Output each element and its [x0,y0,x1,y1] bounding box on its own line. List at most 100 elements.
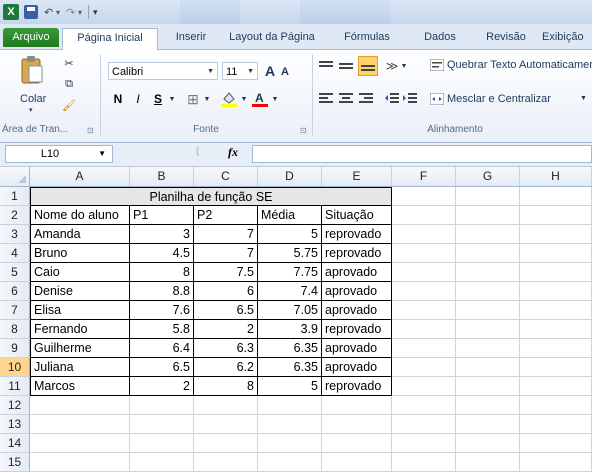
cell[interactable] [520,396,592,415]
orientation-dropdown-icon[interactable]: ▼ [400,58,408,74]
cell[interactable] [322,434,392,453]
align-center-icon[interactable] [338,90,354,106]
cell[interactable] [520,206,592,225]
cut-icon[interactable]: ✂ [62,56,76,70]
tab-insert[interactable]: Inserir [166,28,216,47]
cell[interactable] [456,339,520,358]
data-cell[interactable]: 7 [194,225,258,244]
data-cell[interactable]: 5.8 [130,320,194,339]
data-cell[interactable]: 2 [194,320,258,339]
data-cell[interactable]: reprovado [322,244,392,263]
customize-quick-access-icon[interactable]: ▾ [93,4,98,20]
cell[interactable] [456,415,520,434]
data-cell[interactable]: Amanda [30,225,130,244]
cell[interactable] [30,434,130,453]
data-cell[interactable]: 2 [130,377,194,396]
row-header[interactable]: 5 [0,263,30,282]
bold-button[interactable]: N [110,90,126,108]
header-cell[interactable]: Média [258,206,322,225]
cell[interactable] [258,434,322,453]
row-header[interactable]: 10 [0,358,30,377]
cell[interactable] [392,282,456,301]
merge-center-icon[interactable] [430,92,444,106]
insert-function-icon[interactable]: fx [228,145,238,160]
header-cell[interactable]: Situação [322,206,392,225]
cell[interactable] [456,282,520,301]
tab-data[interactable]: Dados [418,28,462,47]
tab-review[interactable]: Revisão [476,28,536,47]
cell[interactable] [392,301,456,320]
cell[interactable] [130,453,194,472]
cell[interactable] [456,320,520,339]
copy-icon[interactable]: ⧉ [62,77,76,91]
data-cell[interactable]: Guilherme [30,339,130,358]
column-header-e[interactable]: E [322,167,392,186]
row-header[interactable]: 9 [0,339,30,358]
cell[interactable] [130,396,194,415]
data-cell[interactable]: Elisa [30,301,130,320]
data-cell[interactable]: 7.75 [258,263,322,282]
cell[interactable] [130,434,194,453]
align-bottom-icon[interactable] [358,56,378,76]
font-name-select[interactable]: Calibri ▼ [108,62,218,80]
merge-center-button[interactable]: Mesclar e Centralizar [447,93,551,105]
cell[interactable] [520,358,592,377]
data-cell[interactable]: Denise [30,282,130,301]
undo-icon[interactable]: ↶ [44,4,53,20]
data-cell[interactable]: 6.4 [130,339,194,358]
paste-dropdown-icon[interactable]: ▾ [29,106,33,114]
cell[interactable] [520,434,592,453]
cell[interactable] [322,415,392,434]
cell[interactable] [456,453,520,472]
paste-icon[interactable] [19,54,45,86]
tab-formulas[interactable]: Fórmulas [336,28,398,47]
cell[interactable] [456,263,520,282]
align-left-icon[interactable] [318,90,334,106]
tab-home[interactable]: Página Inicial [62,28,158,50]
cell[interactable] [194,396,258,415]
fill-color-icon[interactable] [220,90,238,108]
tab-view[interactable]: Exibição [542,28,592,47]
cell[interactable] [456,225,520,244]
cell[interactable] [456,396,520,415]
header-cell[interactable]: P2 [194,206,258,225]
row-header[interactable]: 8 [0,320,30,339]
increase-indent-icon[interactable] [402,90,418,106]
cell[interactable] [520,225,592,244]
cell[interactable] [392,206,456,225]
column-header-c[interactable]: C [194,167,258,186]
align-right-icon[interactable] [358,90,374,106]
cell[interactable] [520,415,592,434]
cell[interactable] [130,415,194,434]
undo-dropdown-icon[interactable]: ▾ [56,4,60,20]
data-cell[interactable]: 6.35 [258,358,322,377]
cell[interactable] [392,187,456,206]
cell[interactable] [392,225,456,244]
italic-button[interactable]: I [130,90,146,108]
redo-dropdown-icon[interactable]: ▾ [78,4,82,20]
cell[interactable] [520,187,592,206]
fill-color-dropdown-icon[interactable]: ▼ [240,90,248,108]
cell[interactable] [520,377,592,396]
align-middle-icon[interactable] [338,58,354,74]
data-cell[interactable]: 7.6 [130,301,194,320]
underline-dropdown-icon[interactable]: ▼ [168,90,176,108]
data-cell[interactable]: 6 [194,282,258,301]
font-size-select[interactable]: 11 ▼ [222,62,258,80]
data-cell[interactable]: aprovado [322,263,392,282]
cell[interactable] [194,434,258,453]
clipboard-launcher-icon[interactable]: ⊡ [87,126,94,135]
data-cell[interactable]: reprovado [322,225,392,244]
data-cell[interactable]: Bruno [30,244,130,263]
data-cell[interactable]: 7 [194,244,258,263]
data-cell[interactable]: reprovado [322,320,392,339]
font-launcher-icon[interactable]: ⊡ [300,126,307,135]
row-header[interactable]: 4 [0,244,30,263]
data-cell[interactable]: aprovado [322,301,392,320]
data-cell[interactable]: Caio [30,263,130,282]
name-box[interactable]: L10 ▼ [5,145,113,163]
cell[interactable] [392,320,456,339]
cell[interactable] [322,453,392,472]
cell[interactable] [258,396,322,415]
cell[interactable] [456,301,520,320]
